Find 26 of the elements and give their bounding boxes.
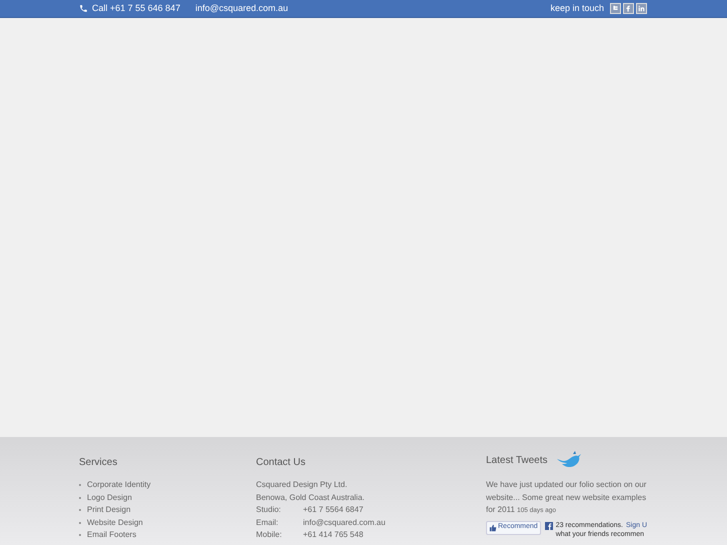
- linkedin-icon[interactable]: [636, 3, 647, 14]
- thumbs-up-icon: [489, 524, 497, 532]
- company-name: Csquared Design Pty Ltd.: [256, 479, 348, 491]
- service-link[interactable]: Email Footers: [87, 529, 136, 542]
- email-link[interactable]: info@csquared.com.au: [195, 2, 288, 16]
- phone-number: Call +61 7 55 646 847: [92, 2, 180, 15]
- facebook-icon: [544, 522, 553, 530]
- contact-value: +61 414 765 548: [303, 529, 364, 541]
- twitter-icon[interactable]: [610, 3, 621, 14]
- contact-heading: Contact Us: [256, 456, 306, 470]
- tweets-heading: Latest Tweets: [486, 454, 548, 468]
- service-link[interactable]: Corporate Identity: [87, 479, 151, 492]
- contact-label: Studio:: [256, 504, 282, 516]
- facebook-icon[interactable]: [623, 3, 634, 14]
- contact-label: Mobile:: [256, 529, 283, 541]
- contact-label: Email:: [256, 516, 280, 528]
- service-link[interactable]: Print Design: [87, 504, 131, 516]
- keep-in-touch-label: keep in touch: [550, 2, 604, 15]
- contact-value: info@csquared.com.au: [303, 516, 386, 529]
- bird-icon: [556, 451, 582, 469]
- service-link[interactable]: Website Design: [87, 516, 143, 529]
- services-heading: Services: [79, 456, 118, 470]
- service-link[interactable]: Logo Design: [87, 492, 132, 504]
- phone-icon: [79, 4, 88, 13]
- contact-value: +61 7 5564 6847: [303, 504, 364, 516]
- address-text: Benowa, Gold Coast Australia.: [256, 492, 366, 504]
